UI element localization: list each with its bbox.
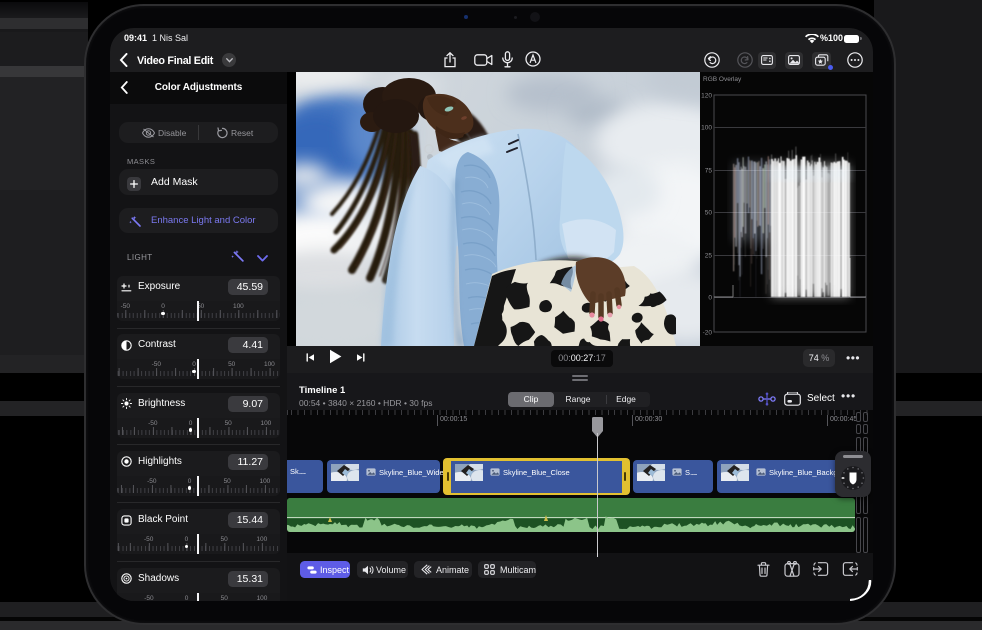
svg-text:75: 75 — [705, 168, 713, 175]
svg-text:100: 100 — [701, 125, 712, 132]
svg-text:25: 25 — [705, 253, 713, 260]
svg-text:50: 50 — [705, 210, 713, 217]
svg-text:-20: -20 — [703, 330, 713, 337]
svg-text:120: 120 — [701, 93, 712, 100]
svg-text:0: 0 — [708, 295, 712, 302]
